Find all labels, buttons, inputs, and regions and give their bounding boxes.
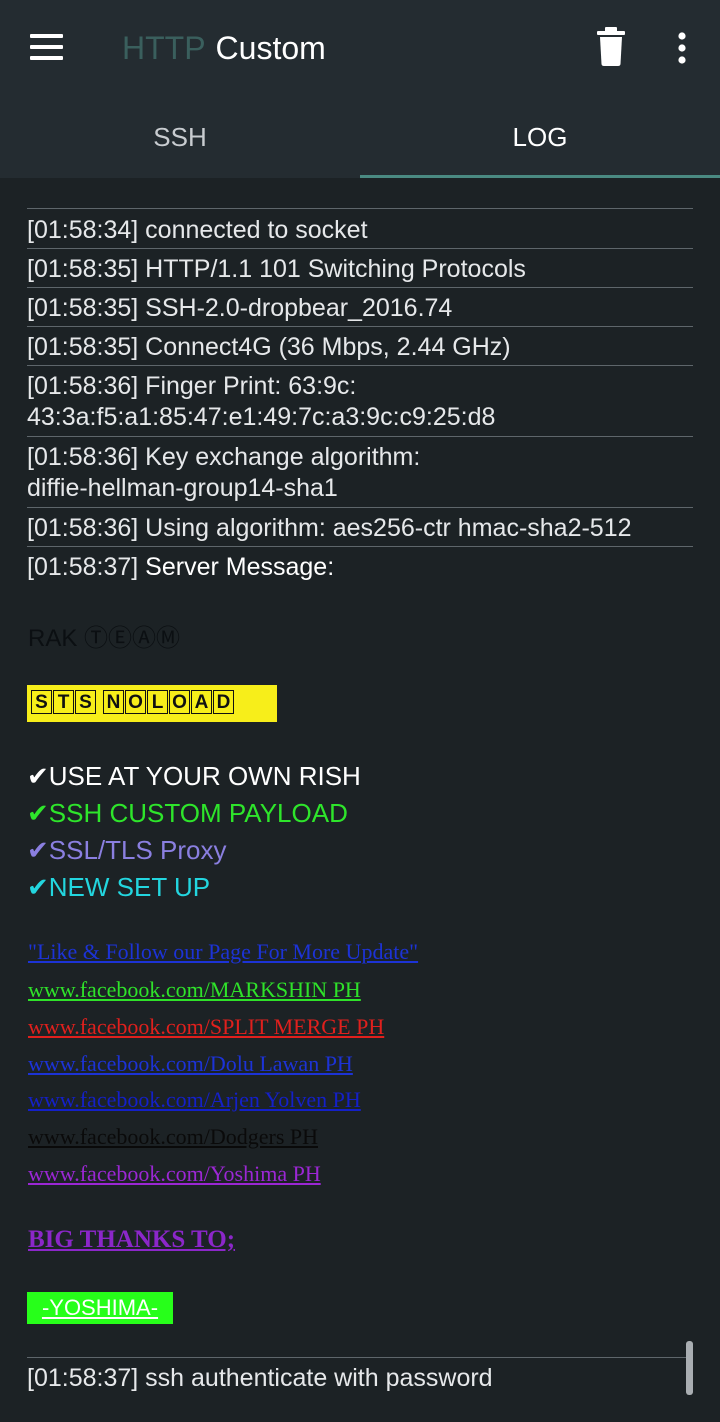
tab-ssh[interactable]: SSH (0, 96, 360, 178)
hamburger-menu-icon[interactable] (28, 30, 66, 64)
check-item: ✔SSH CUSTOM PAYLOAD (27, 798, 348, 828)
facebook-link[interactable]: www.facebook.com/Dolu Lawan PH (28, 1049, 353, 1079)
log-text: Connect4G (36 Mbps, 2.44 GHz) (145, 333, 511, 361)
log-text: ssh authenticate with password (145, 1364, 493, 1392)
rak-team-label: RAK ⓉⒺⒶⓂ (28, 625, 181, 652)
facebook-link[interactable]: www.facebook.com/Yoshima PH (28, 1159, 321, 1189)
log-separator (27, 248, 693, 249)
log-entry: [01:58:35] Connect4G (36 Mbps, 2.44 GHz) (27, 332, 693, 363)
log-text: connected to socket (145, 216, 368, 244)
log-text: Finger Print: 63:9c: (145, 372, 357, 400)
yoshima-highlight: -YOSHIMA- (27, 1292, 173, 1324)
log-text: Using algorithm: aes256-ctr hmac-sha2-51… (145, 514, 632, 542)
log-separator (27, 365, 693, 366)
log-text: HTTP/1.1 101 Switching Protocols (145, 255, 526, 283)
log-time: [01:58:35] (27, 333, 139, 361)
toolbar: HTTP Custom (0, 0, 720, 96)
check-item: ✔NEW SET UP (27, 872, 211, 902)
badge-letter: S (31, 690, 52, 714)
scrollbar-thumb[interactable] (686, 1341, 693, 1395)
sts-noload-badge: STSNOLOAD (27, 685, 277, 722)
facebook-link[interactable]: www.facebook.com/Dodgers PH (28, 1122, 318, 1152)
log-separator (27, 287, 693, 288)
log-time: [01:58:37] (27, 1364, 139, 1392)
log-time: [01:58:36] (27, 443, 139, 471)
big-thanks-heading: BIG THANKS TO; (28, 1226, 236, 1253)
log-time: [01:58:36] (27, 514, 139, 542)
badge-letter: D (213, 690, 234, 714)
log-separator (27, 436, 693, 437)
log-time: [01:58:35] (27, 294, 139, 322)
app-title-custom: Custom (215, 30, 326, 66)
log-entry: [01:58:36] Using algorithm: aes256-ctr h… (27, 513, 693, 544)
log-text: Server Message: (145, 553, 335, 581)
log-time: [01:58:37] (27, 553, 139, 581)
more-vert-icon[interactable] (670, 30, 694, 66)
app-title: HTTP Custom (122, 26, 326, 70)
log-time: [01:58:36] (27, 372, 139, 400)
badge-letter: T (53, 690, 74, 714)
log-entry: [01:58:37] Server Message: (27, 552, 693, 583)
log-separator (27, 507, 693, 508)
log-separator (27, 1357, 693, 1358)
log-text-continued: diffie-hellman-group14-sha1 (27, 474, 338, 502)
app-title-http: HTTP (122, 30, 206, 66)
badge-letter: O (169, 690, 190, 714)
facebook-link[interactable]: www.facebook.com/SPLIT MERGE PH (28, 1012, 384, 1042)
badge-letter: L (147, 690, 168, 714)
trash-icon[interactable] (594, 26, 628, 68)
check-item: ✔SSL/TLS Proxy (27, 835, 227, 865)
facebook-link[interactable]: www.facebook.com/Arjen Yolven PH (28, 1085, 361, 1115)
log-entry: [01:58:34] connected to socket (27, 215, 693, 246)
badge-letter: S (75, 690, 96, 714)
log-text-continued: 43:3a:f5:a1:85:47:e1:49:7c:a3:9c:c9:25:d… (27, 403, 496, 431)
log-separator (27, 546, 693, 547)
log-time: [01:58:34] (27, 216, 139, 244)
log-separator (27, 208, 693, 209)
follow-note[interactable]: "Like & Follow our Page For More Update" (28, 937, 418, 967)
log-text: SSH-2.0-dropbear_2016.74 (145, 294, 453, 322)
facebook-link[interactable]: www.facebook.com/MARKSHIN PH (28, 975, 361, 1005)
app-bar: HTTP Custom SSH LOG (0, 0, 720, 178)
log-separator (27, 326, 693, 327)
tab-log[interactable]: LOG (360, 96, 720, 178)
log-entry: [01:58:36] Key exchange algorithm: diffi… (27, 442, 693, 504)
log-entry: [01:58:35] HTTP/1.1 101 Switching Protoc… (27, 254, 693, 285)
log-panel[interactable]: [01:58:34] connected to socket [01:58:35… (0, 178, 720, 1422)
check-item: ✔USE AT YOUR OWN RISH (27, 761, 361, 791)
tab-bar: SSH LOG (0, 96, 720, 178)
badge-letter: A (191, 690, 212, 714)
log-entry: [01:58:36] Finger Print: 63:9c: 43:3a:f5… (27, 371, 693, 433)
log-time: [01:58:35] (27, 255, 139, 283)
log-entry: [01:58:37] ssh authenticate with passwor… (27, 1363, 693, 1394)
log-entry: [01:58:35] SSH-2.0-dropbear_2016.74 (27, 293, 693, 324)
badge-letter: O (125, 690, 146, 714)
badge-letter: N (103, 690, 124, 714)
log-text: Key exchange algorithm: (145, 443, 421, 471)
